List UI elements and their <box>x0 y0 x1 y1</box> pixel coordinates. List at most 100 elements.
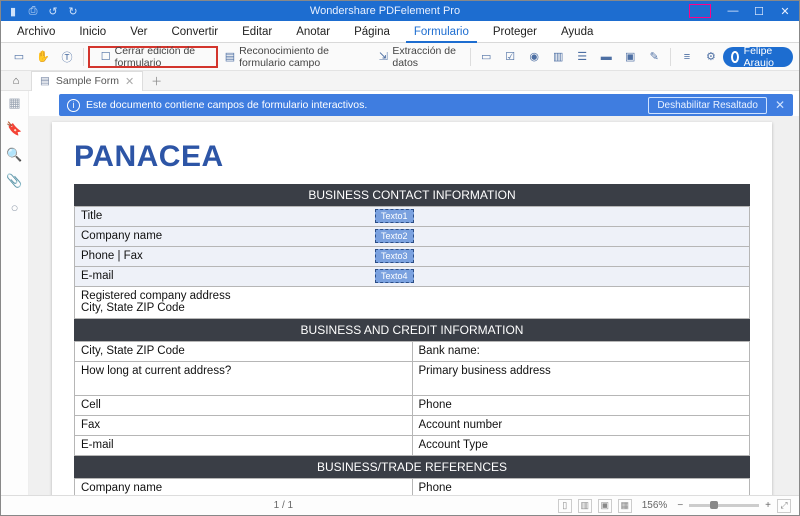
form-field-tag[interactable]: Texto2 <box>375 229 414 243</box>
brand-title: PANACEA <box>74 140 750 174</box>
select-tool-icon[interactable]: ▭ <box>7 46 31 68</box>
table-row: Fax Account number <box>75 416 750 436</box>
zoom-percent[interactable]: 156% <box>642 500 668 511</box>
signature-field-icon[interactable]: ✎ <box>642 46 666 68</box>
combo-field-icon[interactable]: ▥ <box>546 46 570 68</box>
hand-tool-icon[interactable]: ✋ <box>31 46 55 68</box>
table-row: City, State ZIP Code Bank name: <box>75 342 750 362</box>
close-form-edit-button[interactable]: ☐ Cerrar edición de formulario <box>94 46 212 68</box>
form-recognition-label: Reconocimiento de formulario campo <box>239 45 364 69</box>
data-extraction-button[interactable]: ⇲ Extracción de datos <box>371 46 465 68</box>
document-tabs-wrap: ⌂ ▤ Sample Form ✕ ＋ <box>1 71 799 91</box>
mail-icon[interactable] <box>689 4 711 18</box>
window-title: Wondershare PDFelement Pro <box>81 5 689 17</box>
checkbox-field-icon[interactable]: ☑ <box>498 46 522 68</box>
menu-ver[interactable]: Ver <box>120 22 157 42</box>
thumbnails-icon[interactable]: ▦ <box>7 95 23 111</box>
form-toolbar: ▭ ✋ Ⓣ ☐ Cerrar edición de formulario ▤ R… <box>1 43 799 71</box>
user-pill[interactable]: Felipe Araujo <box>723 47 793 67</box>
search-icon[interactable]: 🔍 <box>7 147 23 163</box>
side-rail: ▦ 🔖 🔍 📎 ○ <box>1 91 29 495</box>
minimize-button[interactable]: — <box>721 2 745 20</box>
bookmarks-icon[interactable]: 🔖 <box>7 121 23 137</box>
align-icon[interactable]: ≡ <box>675 46 699 68</box>
image-field-icon[interactable]: ▣ <box>618 46 642 68</box>
page-indicator[interactable]: 1 / 1 <box>274 500 293 511</box>
properties-icon[interactable]: ⚙ <box>699 46 723 68</box>
form-field-tag[interactable]: Texto3 <box>375 249 414 263</box>
app-body: ▦ 🔖 🔍 📎 ○ i Este documento contiene camp… <box>1 91 799 495</box>
text-field-icon[interactable]: ▭ <box>474 46 498 68</box>
menu-anotar[interactable]: Anotar <box>286 22 340 42</box>
field-label[interactable]: How long at current address? <box>75 362 413 396</box>
table-row: E-mail Account Type <box>75 436 750 456</box>
info-icon: i <box>67 99 80 112</box>
view-continuous-icon[interactable]: ▥ <box>578 499 592 513</box>
zoom-in-icon[interactable]: + <box>765 500 771 511</box>
field-label[interactable]: Primary business address <box>412 362 750 396</box>
menu-formulario[interactable]: Formulario <box>404 22 479 42</box>
field-label[interactable]: Company name <box>75 479 413 496</box>
field-label[interactable]: Account number <box>412 416 750 436</box>
banner-close-icon[interactable]: ✕ <box>775 98 785 112</box>
field-label[interactable]: Fax <box>75 416 413 436</box>
form-recognition-icon: ▤ <box>225 50 235 64</box>
form-field-tag[interactable]: Texto4 <box>375 269 414 283</box>
close-form-edit-label: Cerrar edición de formulario <box>115 45 205 69</box>
table-row: Company name Phone <box>75 479 750 496</box>
view-facing-icon[interactable]: ▣ <box>598 499 612 513</box>
field-label[interactable]: City, State ZIP Code <box>75 342 413 362</box>
view-single-icon[interactable]: ▯ <box>558 499 572 513</box>
radio-field-icon[interactable]: ◉ <box>522 46 546 68</box>
home-tab-icon[interactable]: ⌂ <box>7 75 25 87</box>
field-label[interactable]: Bank name: <box>412 342 750 362</box>
field-label[interactable]: Account Type <box>412 436 750 456</box>
table-row: Title Texto1 <box>75 207 750 227</box>
separator <box>470 48 471 66</box>
doc-tab[interactable]: ▤ Sample Form ✕ <box>31 71 143 91</box>
field-label[interactable]: Cell <box>75 396 413 416</box>
print-icon[interactable]: ⎙ <box>25 3 41 19</box>
maximize-button[interactable]: ☐ <box>747 2 771 20</box>
list-field-icon[interactable]: ☰ <box>570 46 594 68</box>
close-button[interactable]: ✕ <box>773 2 797 20</box>
text-select-icon[interactable]: Ⓣ <box>55 46 79 68</box>
user-avatar-icon <box>731 51 739 63</box>
form-field-tag[interactable]: Texto1 <box>375 209 414 223</box>
field-label[interactable]: E-mail <box>75 436 413 456</box>
zoom-out-icon[interactable]: − <box>677 500 683 511</box>
field-label: City, State ZIP Code <box>81 302 743 314</box>
menu-pagina[interactable]: Página <box>344 22 400 42</box>
field-label[interactable]: Phone <box>412 479 750 496</box>
undo-icon[interactable]: ↺ <box>45 3 61 19</box>
document-area[interactable]: PANACEA BUSINESS CONTACT INFORMATION Tit… <box>29 116 799 495</box>
doc-tab-close-icon[interactable]: ✕ <box>125 75 134 88</box>
redo-icon[interactable]: ↻ <box>65 3 81 19</box>
doc-tab-icon: ▤ <box>40 75 50 87</box>
field-label: Company name <box>81 230 162 242</box>
menu-bar: Archivo Inicio Ver Convertir Editar Anot… <box>1 21 799 43</box>
view-facing-cont-icon[interactable]: ▦ <box>618 499 632 513</box>
menu-inicio[interactable]: Inicio <box>69 22 116 42</box>
document-tabs: ⌂ ▤ Sample Form ✕ ＋ <box>1 71 799 91</box>
app-window: ▮ ⎙ ↺ ↻ Wondershare PDFelement Pro — ☐ ✕… <box>0 0 800 516</box>
menu-archivo[interactable]: Archivo <box>7 22 65 42</box>
menu-ayuda[interactable]: Ayuda <box>551 22 603 42</box>
section-header-1: BUSINESS CONTACT INFORMATION <box>74 184 750 206</box>
table-row: How long at current address? Primary bus… <box>75 362 750 396</box>
field-label[interactable]: Phone <box>412 396 750 416</box>
separator <box>670 48 671 66</box>
menu-proteger[interactable]: Proteger <box>483 22 547 42</box>
form-recognition-button[interactable]: ▤ Reconocimiento de formulario campo <box>218 46 372 68</box>
new-tab-button[interactable]: ＋ <box>143 73 170 89</box>
fullscreen-icon[interactable]: ⤢ <box>777 499 791 513</box>
comments-icon[interactable]: ○ <box>7 199 23 215</box>
field-label: E-mail <box>81 270 114 282</box>
zoom-slider[interactable] <box>689 504 759 507</box>
table-row: Phone | Fax Texto3 <box>75 247 750 267</box>
button-field-icon[interactable]: ▬ <box>594 46 618 68</box>
menu-convertir[interactable]: Convertir <box>161 22 228 42</box>
attachments-icon[interactable]: 📎 <box>7 173 23 189</box>
disable-highlight-button[interactable]: Deshabilitar Resaltado <box>648 97 767 114</box>
menu-editar[interactable]: Editar <box>232 22 282 42</box>
